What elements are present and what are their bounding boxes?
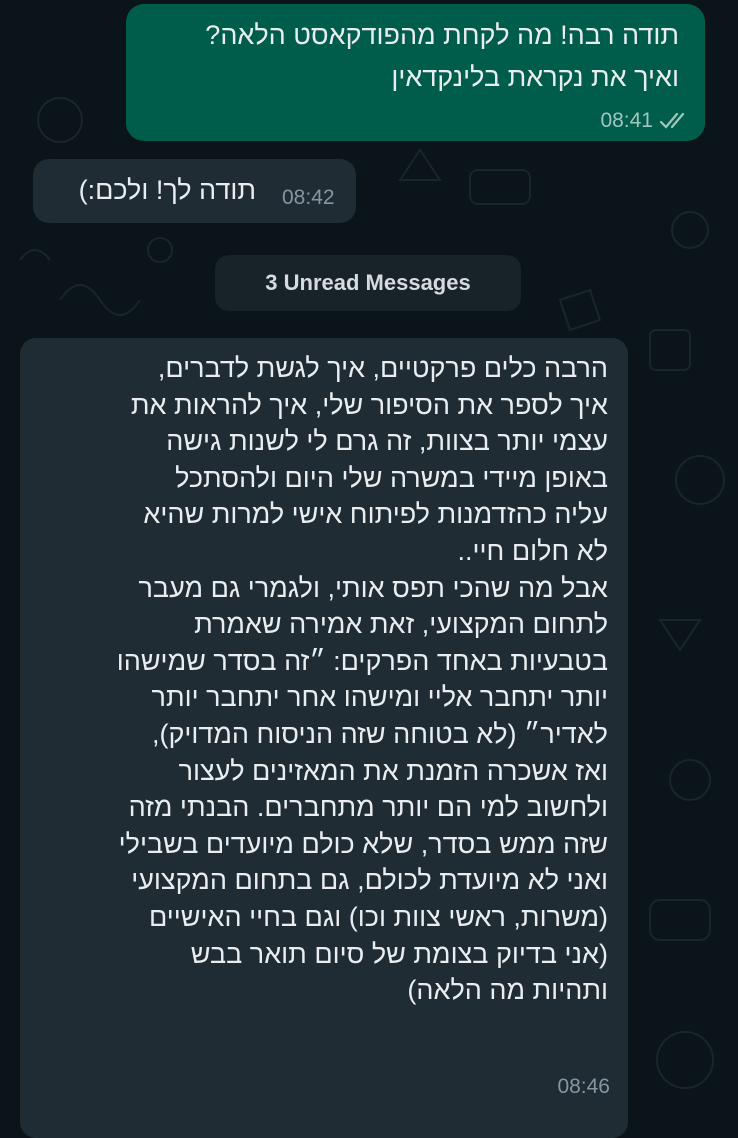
message-line: יותר יתחבר אליי ומישהו אחר יתחבר יותר [151, 682, 608, 713]
message-line: עליה כהזדמנות לפיתוח אישי למרות שהיא [143, 499, 608, 530]
message-line: שזה ממש בסדר, שלא כולם מיועדים בשבילי [118, 828, 608, 859]
incoming-message-bubble[interactable]: תודה לך! ולכם:) 08:42 [33, 159, 356, 223]
message-line: אבל מה שהכי תפס אותי, ולגמרי גם מעבר [138, 572, 609, 603]
message-line: (אני בדיוק בצומת של סיום תואר בבש [190, 938, 608, 969]
message-line: איך לספר את הסיפור שלי, איך להראות את [130, 389, 608, 420]
message-line: תודה רבה! מה לקחת מהפודקאסט הלאה? [205, 20, 679, 50]
message-line: לא חלום חיי.. [457, 535, 608, 566]
outgoing-message-text: תודה רבה! מה לקחת מהפודקאסט הלאה? ואיך א… [139, 14, 679, 98]
double-check-icon [659, 111, 689, 131]
incoming-message-text: הרבה כלים פרקטיים, איך לגשת לדברים, איך … [33, 350, 608, 1009]
message-line: ותהיות מה הלאה) [407, 975, 608, 1006]
message-line: בטבעיות באחד הפרקים: ״זה בסדר שמישהו [116, 645, 608, 676]
message-line: ואני לא מיועדת לכולם, גם בתחום המקצועי [131, 865, 608, 896]
incoming-message-bubble[interactable]: הרבה כלים פרקטיים, איך לגשת לדברים, איך … [20, 338, 628, 1138]
unread-messages-banner: 3 Unread Messages [215, 255, 521, 311]
message-line: הרבה כלים פרקטיים, איך לגשת לדברים, [157, 353, 608, 383]
message-time: 08:42 [282, 186, 335, 209]
message-line: ולחשוב למי הם יותר מתחברים. הבנתי מזה [128, 792, 608, 823]
message-meta: 08:41 [600, 109, 689, 133]
outgoing-message-bubble[interactable]: תודה רבה! מה לקחת מהפודקאסט הלאה? ואיך א… [126, 4, 705, 141]
message-line: לאדיר״ (לא בטוחה שזה הניסוח המדויק), [151, 718, 608, 749]
message-line: (משרות, ראשי צוות וכו) וגם בחיי האישיים [148, 901, 608, 932]
message-time: 08:41 [600, 109, 653, 132]
message-time: 08:46 [557, 1075, 610, 1098]
message-line: ואז אשכרה הזמנת את המאזינים לעצור [178, 755, 608, 786]
message-line: עצמי יותר בצוות, זה גרם לי לשנות גישה [166, 426, 608, 457]
message-line: באופן מיידי במשרה שלי היום ולהסתכל [175, 462, 608, 493]
incoming-message-text: תודה לך! ולכם:) [78, 175, 256, 205]
message-line: ואיך את נקראת בלינקדאין [391, 62, 679, 92]
message-line: לתחום המקצועי, זאת אמירה שאמרת [194, 609, 608, 640]
